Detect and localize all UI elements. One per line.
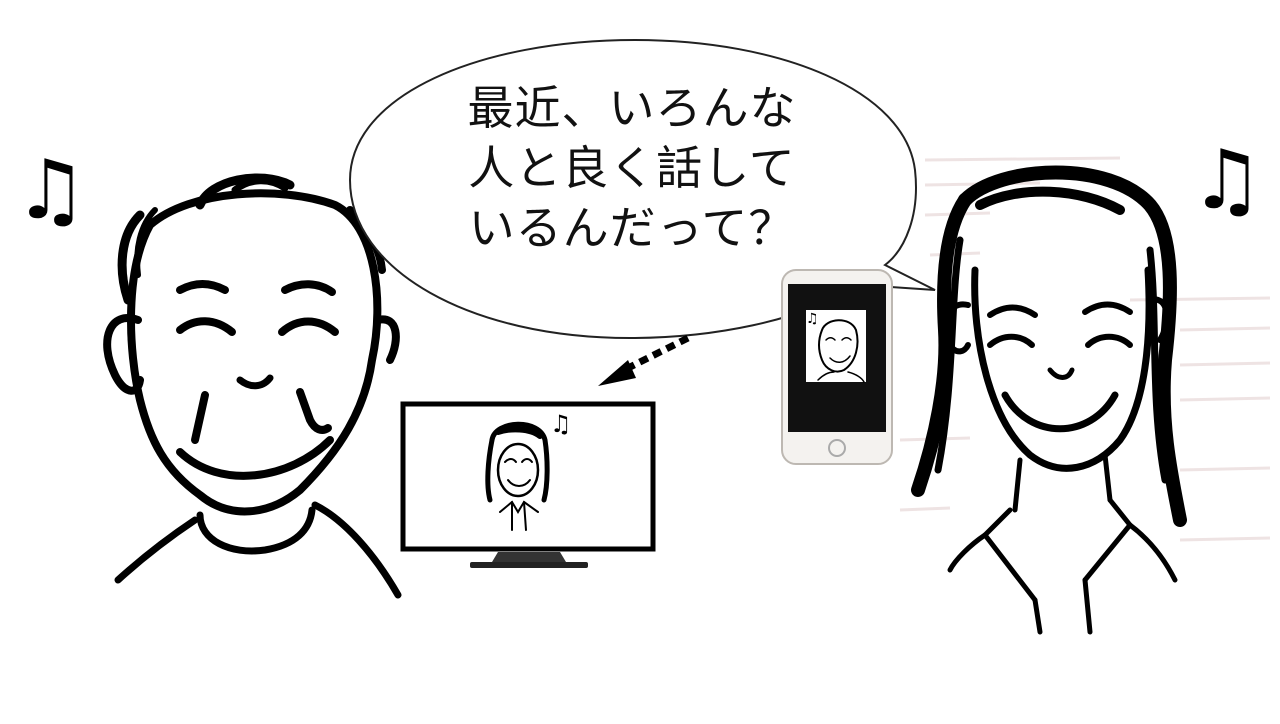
illustration-canvas: 最近、いろんな 人と良く話して いるんだって？ ♫ ♫ ♫ ♫ xyxy=(0,0,1280,720)
dotted-arrow xyxy=(598,334,690,386)
speech-bubble-text: 最近、いろんな 人と良く話して いるんだって？ xyxy=(392,78,872,258)
music-note-icon: ♫ xyxy=(14,143,88,238)
speech-line-2: 人と良く話して xyxy=(468,141,796,195)
woman-drawing xyxy=(911,165,1187,635)
elderly-man-drawing xyxy=(103,173,402,599)
speech-line-1: 最近、いろんな xyxy=(467,81,797,135)
television xyxy=(400,401,656,568)
speech-line-3: いるんだって？ xyxy=(468,201,796,255)
music-note-icon: ♫ xyxy=(806,311,819,327)
music-note-icon: ♫ xyxy=(550,410,572,438)
music-note-icon: ♫ xyxy=(1190,133,1264,228)
smartphone xyxy=(781,269,893,465)
